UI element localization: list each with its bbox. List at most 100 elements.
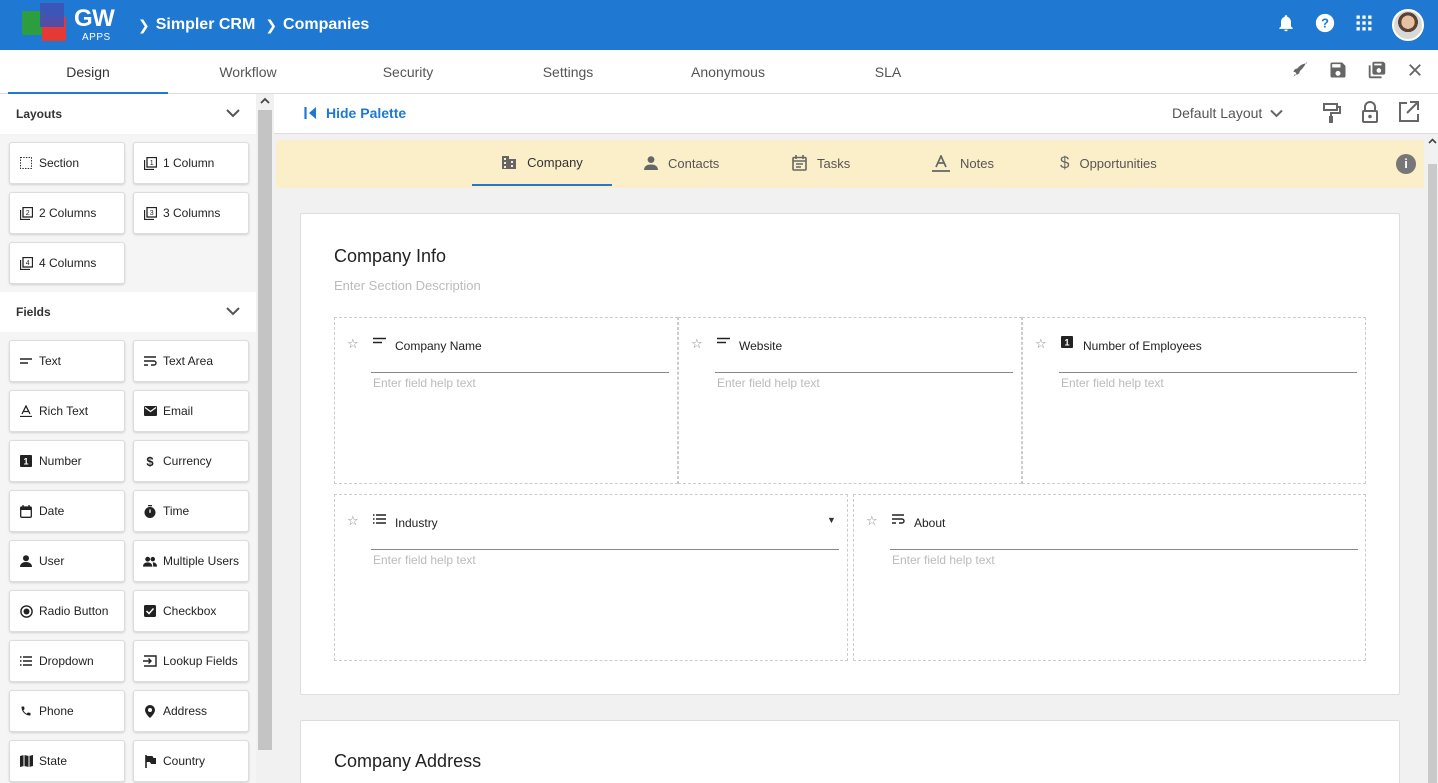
radio-button-icon	[19, 604, 33, 618]
help-icon[interactable]: ?	[1314, 12, 1336, 39]
palette-item-date[interactable]: Date	[9, 490, 125, 532]
field-help-input[interactable]: Enter field help text	[892, 553, 995, 567]
apps-grid-icon[interactable]	[1354, 13, 1374, 38]
info-icon[interactable]: i	[1396, 154, 1416, 174]
palette-item-text-area[interactable]: Text Area	[133, 340, 249, 382]
hide-palette-button[interactable]: Hide Palette	[304, 105, 406, 121]
open-external-icon[interactable]	[1398, 100, 1420, 129]
tab-opportunities[interactable]: $ Opportunities	[1060, 140, 1157, 186]
paint-roller-icon[interactable]	[1322, 100, 1342, 129]
palette-item-address[interactable]: Address	[133, 690, 249, 732]
palette-item-lookup-fields[interactable]: Lookup Fields	[133, 640, 249, 682]
palette-item-4-columns[interactable]: 44 Columns	[9, 242, 125, 284]
logo-blue-square	[40, 3, 64, 27]
dropdown-icon	[19, 656, 33, 666]
tab-company[interactable]: Company	[472, 140, 612, 186]
field-number-of-employees[interactable]: ☆ 1 Number of Employees Enter field help…	[1022, 317, 1366, 484]
palette-item-currency[interactable]: $ Currency	[133, 440, 249, 482]
address-icon	[143, 704, 157, 718]
field-company-name[interactable]: ☆ Company Name Enter field help text	[334, 317, 678, 484]
close-icon[interactable]	[1406, 61, 1424, 84]
palette-item-section[interactable]: Section	[9, 142, 125, 184]
field-help-input[interactable]: Enter field help text	[717, 376, 820, 390]
two-columns-icon: 2	[19, 206, 33, 220]
palette-item-state[interactable]: State	[9, 740, 125, 782]
star-icon[interactable]: ☆	[1035, 336, 1047, 352]
field-industry[interactable]: ☆ Industry ▼ Enter field help text	[334, 494, 848, 661]
email-icon	[143, 406, 157, 416]
palette-item-email[interactable]: Email	[133, 390, 249, 432]
rocket-icon[interactable]	[1290, 60, 1310, 85]
star-icon[interactable]: ☆	[347, 336, 359, 352]
section-title[interactable]: Company Info	[334, 246, 446, 267]
palette-item-number[interactable]: 1 Number	[9, 440, 125, 482]
save-as-icon[interactable]	[1366, 59, 1388, 86]
field-underline	[890, 549, 1358, 550]
save-icon[interactable]	[1328, 60, 1348, 85]
layouts-header[interactable]: Layouts	[0, 94, 256, 134]
user-icon	[19, 555, 33, 567]
field-website[interactable]: ☆ Website Enter field help text	[678, 317, 1022, 484]
text-icon	[717, 337, 730, 344]
lock-icon[interactable]	[1360, 100, 1380, 129]
tab-workflow[interactable]: Workflow	[168, 50, 328, 94]
tab-anonymous[interactable]: Anonymous	[648, 50, 808, 94]
fields-header[interactable]: Fields	[0, 292, 256, 332]
canvas-scrollbar[interactable]	[1426, 134, 1438, 783]
bell-icon[interactable]	[1276, 13, 1296, 38]
chevron-down-icon	[1270, 109, 1284, 117]
fields-title: Fields	[16, 305, 51, 319]
breadcrumb-simpler-crm[interactable]: Simpler CRM	[156, 16, 256, 34]
chevron-down-icon[interactable]	[226, 107, 240, 121]
collapse-left-icon	[304, 107, 316, 119]
field-help-input[interactable]: Enter field help text	[373, 553, 476, 567]
star-icon[interactable]: ☆	[866, 513, 878, 529]
chevron-down-icon[interactable]	[226, 305, 240, 319]
checkbox-icon	[143, 605, 157, 617]
tab-notes[interactable]: Notes	[932, 140, 994, 186]
palette-item-radio-button[interactable]: Radio Button	[9, 590, 125, 632]
layout-select[interactable]: Default Layout	[1172, 105, 1284, 121]
tab-design[interactable]: Design	[8, 50, 168, 94]
field-help-input[interactable]: Enter field help text	[1061, 376, 1164, 390]
field-palette: Layouts Section 11 Column 22 Columns 33 …	[0, 94, 256, 783]
time-icon	[143, 504, 157, 518]
section-card-company-address[interactable]: Company Address	[300, 720, 1400, 783]
canvas-scrollbar-thumb[interactable]	[1428, 164, 1437, 783]
palette-item-2-columns[interactable]: 22 Columns	[9, 192, 125, 234]
section-title[interactable]: Company Address	[334, 751, 481, 772]
tab-security[interactable]: Security	[328, 50, 488, 94]
section-description-input[interactable]: Enter Section Description	[334, 278, 481, 293]
palette-item-dropdown[interactable]: Dropdown	[9, 640, 125, 682]
palette-item-time[interactable]: Time	[133, 490, 249, 532]
caret-down-icon[interactable]: ▼	[827, 515, 836, 525]
section-card-company-info[interactable]: Company Info Enter Section Description ☆…	[300, 213, 1400, 695]
avatar[interactable]	[1392, 9, 1424, 41]
tab-sla[interactable]: SLA	[808, 50, 968, 94]
palette-item-multiple-users[interactable]: Multiple Users	[133, 540, 249, 582]
star-icon[interactable]: ☆	[347, 513, 359, 529]
gw-apps-logo[interactable]: GW APPS	[22, 3, 122, 47]
tab-settings[interactable]: Settings	[488, 50, 648, 94]
tab-tasks[interactable]: Tasks	[792, 140, 850, 186]
palette-item-text[interactable]: Text	[9, 340, 125, 382]
scroll-up-icon[interactable]	[1428, 138, 1437, 144]
palette-scrollbar[interactable]	[256, 94, 274, 783]
number-icon: 1	[19, 455, 33, 467]
country-icon	[143, 754, 157, 768]
breadcrumb-companies[interactable]: Companies	[283, 16, 369, 34]
scroll-up-icon[interactable]	[260, 97, 270, 104]
field-help-input[interactable]: Enter field help text	[373, 376, 476, 390]
tab-contacts[interactable]: Contacts	[644, 140, 719, 186]
palette-item-rich-text[interactable]: Rich Text	[9, 390, 125, 432]
palette-item-phone[interactable]: Phone	[9, 690, 125, 732]
star-icon[interactable]: ☆	[691, 336, 703, 352]
calendar-icon	[792, 155, 807, 171]
palette-scrollbar-thumb[interactable]	[258, 110, 272, 750]
palette-item-country[interactable]: Country	[133, 740, 249, 782]
palette-item-3-columns[interactable]: 33 Columns	[133, 192, 249, 234]
palette-item-user[interactable]: User	[9, 540, 125, 582]
palette-item-1-column[interactable]: 11 Column	[133, 142, 249, 184]
palette-item-checkbox[interactable]: Checkbox	[133, 590, 249, 632]
field-about[interactable]: ☆ About Enter field help text	[853, 494, 1366, 661]
